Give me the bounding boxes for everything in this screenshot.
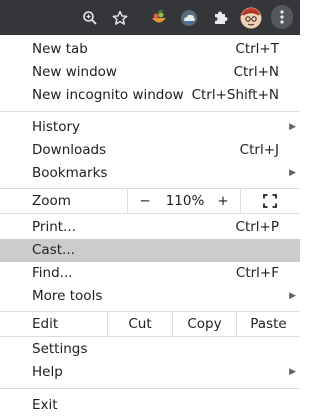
zoom-level-value: 110% xyxy=(165,193,205,209)
menu-item-label: New incognito window xyxy=(32,87,184,103)
paste-button[interactable]: Paste xyxy=(237,312,300,336)
menu-separator xyxy=(0,111,300,112)
chrome-main-menu: New tab Ctrl+T New window Ctrl+N New inc… xyxy=(0,35,300,417)
fullscreen-icon[interactable] xyxy=(262,189,278,213)
menu-item-more-tools[interactable]: More tools ▶ xyxy=(0,285,300,308)
menu-item-bookmarks[interactable]: Bookmarks ▶ xyxy=(0,162,300,185)
extensions-puzzle-icon[interactable] xyxy=(210,0,230,35)
menu-item-shortcut: Ctrl+J xyxy=(239,142,279,158)
menu-item-shortcut: Ctrl+T xyxy=(235,41,279,57)
menu-item-new-tab[interactable]: New tab Ctrl+T xyxy=(0,38,300,61)
zoom-icon[interactable] xyxy=(80,0,100,35)
menu-item-shortcut: Ctrl+Shift+N xyxy=(191,87,279,103)
submenu-arrow-icon: ▶ xyxy=(289,122,296,132)
zoom-divider xyxy=(240,189,241,213)
copy-button[interactable]: Copy xyxy=(173,312,236,336)
profile-avatar[interactable] xyxy=(239,0,263,35)
menu-item-history[interactable]: History ▶ xyxy=(0,116,300,139)
more-menu-icon[interactable] xyxy=(271,5,293,29)
extension-cloud-icon[interactable] xyxy=(178,0,200,35)
menu-separator xyxy=(0,388,300,389)
submenu-arrow-icon: ▶ xyxy=(289,367,296,377)
menu-item-help[interactable]: Help ▶ xyxy=(0,361,300,384)
zoom-label: Zoom xyxy=(32,193,71,209)
menu-item-shortcut: Ctrl+P xyxy=(235,219,279,235)
menu-item-shortcut: Ctrl+N xyxy=(233,64,279,80)
menu-item-shortcut: Ctrl+F xyxy=(235,265,279,281)
zoom-divider xyxy=(127,189,128,213)
menu-item-settings[interactable]: Settings xyxy=(0,338,300,361)
menu-separator xyxy=(0,336,300,337)
menu-item-label: Help xyxy=(32,364,63,380)
cut-button[interactable]: Cut xyxy=(108,312,172,336)
edit-label: Edit xyxy=(32,316,59,332)
menu-item-print[interactable]: Print... Ctrl+P xyxy=(0,216,300,239)
menu-item-label: Downloads xyxy=(32,142,107,158)
zoom-row: Zoom − 110% + xyxy=(0,189,300,213)
extension-fruit-bowl-icon[interactable] xyxy=(148,0,170,35)
menu-separator xyxy=(0,213,300,214)
menu-item-new-incognito-window[interactable]: New incognito window Ctrl+Shift+N xyxy=(0,84,300,107)
menu-item-label: New window xyxy=(32,64,117,80)
edit-row: Edit Cut Copy Paste xyxy=(0,312,300,336)
menu-item-label: New tab xyxy=(32,41,88,57)
submenu-arrow-icon: ▶ xyxy=(289,291,296,301)
menu-item-exit[interactable]: Exit xyxy=(0,394,300,417)
browser-toolbar xyxy=(0,0,300,35)
menu-item-label: Bookmarks xyxy=(32,165,108,181)
bookmark-star-icon[interactable] xyxy=(110,0,130,35)
submenu-arrow-icon: ▶ xyxy=(289,168,296,178)
menu-item-label: History xyxy=(32,119,81,135)
zoom-out-button[interactable]: − xyxy=(134,189,156,213)
menu-item-cast[interactable]: Cast... xyxy=(0,239,300,262)
menu-item-label: More tools xyxy=(32,288,103,304)
menu-item-label: Settings xyxy=(32,341,88,357)
menu-item-label: Find... xyxy=(32,265,73,281)
menu-item-label: Cast... xyxy=(32,242,75,258)
menu-item-find[interactable]: Find... Ctrl+F xyxy=(0,262,300,285)
menu-item-downloads[interactable]: Downloads Ctrl+J xyxy=(0,139,300,162)
menu-item-label: Print... xyxy=(32,219,76,235)
menu-item-new-window[interactable]: New window Ctrl+N xyxy=(0,61,300,84)
zoom-in-button[interactable]: + xyxy=(212,189,234,213)
menu-item-label: Exit xyxy=(32,397,58,413)
